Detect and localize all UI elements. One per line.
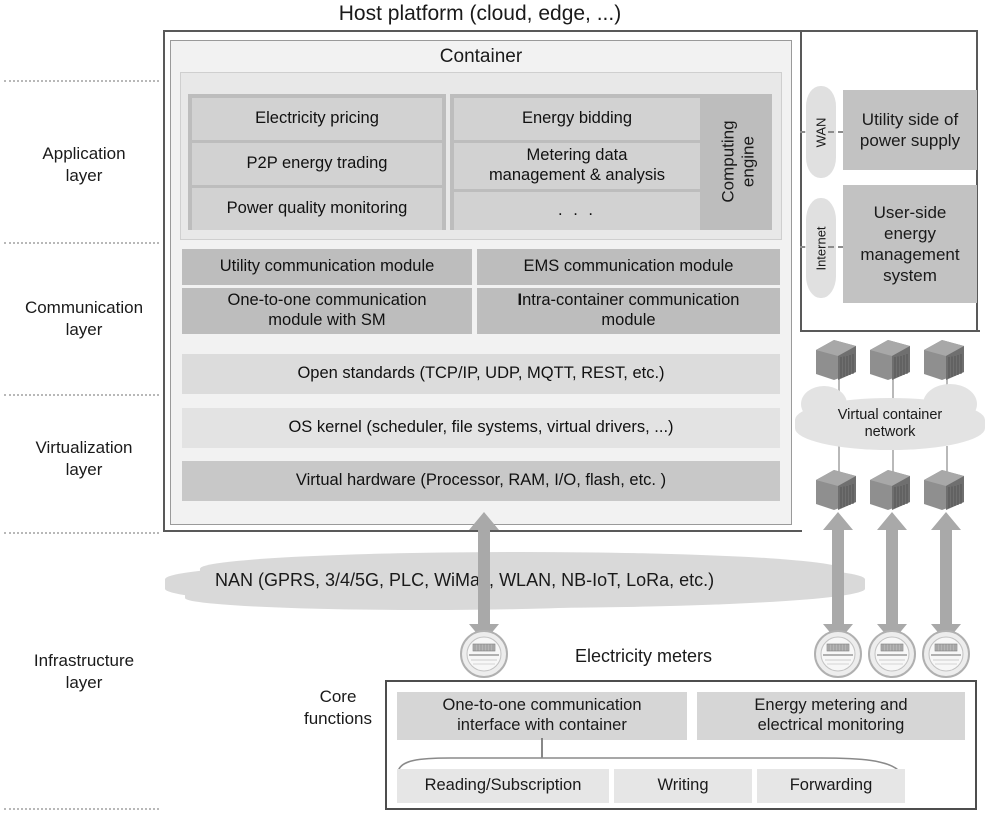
layer-label-infrastructure: Infrastructure layer	[33, 651, 135, 693]
open-standards-box[interactable]: Open standards (TCP/IP, UDP, MQTT, REST,…	[182, 354, 780, 394]
app-item-p2p-energy-trading[interactable]: P2P energy trading	[192, 143, 442, 185]
utility-side-box[interactable]: Utility side of power supply	[843, 90, 977, 170]
core-functions-label: Core functions	[303, 687, 373, 729]
internet-label: Internet	[813, 225, 829, 271]
layer-label-application: Application layer	[42, 144, 126, 186]
separator-virtualization-bottom	[4, 532, 159, 534]
comm-module-ems[interactable]: EMS communication module	[477, 249, 780, 285]
user-side-ems-box[interactable]: User-side energy management system	[843, 185, 977, 303]
internet-cloud: Internet	[806, 198, 836, 298]
virtual-container-icons-bottom	[816, 470, 964, 510]
arrow-container-to-meter	[469, 512, 499, 642]
page-title: Host platform (cloud, edge, ...)	[338, 2, 622, 25]
comm-module-one-to-one-sm[interactable]: One-to-one communication module with SM	[182, 288, 472, 334]
comm-module-intra-container[interactable]: Intra-container communication module	[477, 288, 780, 334]
core-fn-energy-metering[interactable]: Energy metering and electrical monitoring	[697, 692, 965, 740]
virtual-container-network-label: Virtual container network	[837, 406, 943, 440]
layer-label-virtualization: Virtualization layer	[35, 438, 133, 480]
host-platform-notch-edge	[800, 330, 980, 332]
electricity-meter-icon-right-3[interactable]	[921, 629, 971, 679]
app-item-energy-bidding[interactable]: Energy bidding	[454, 98, 700, 140]
core-fn-writing[interactable]: Writing	[614, 769, 752, 803]
separator-infrastructure-bottom	[4, 808, 159, 810]
app-item-electricity-pricing[interactable]: Electricity pricing	[192, 98, 442, 140]
virtual-container-network-cloud: Virtual container network	[795, 384, 985, 450]
core-fn-forwarding[interactable]: Forwarding	[757, 769, 905, 803]
computing-engine-box[interactable]: Computing engine	[704, 94, 772, 230]
app-item-ellipsis[interactable]: . . .	[454, 192, 700, 230]
electricity-meter-icon-right-1[interactable]	[813, 629, 863, 679]
electricity-meter-icon-right-2[interactable]	[867, 629, 917, 679]
wan-label: WAN	[813, 117, 829, 147]
app-item-power-quality-monitoring[interactable]: Power quality monitoring	[192, 188, 442, 230]
nan-label: NAN (GPRS, 3/4/5G, PLC, WiMax, WLAN, NB-…	[215, 570, 715, 590]
os-kernel-box[interactable]: OS kernel (scheduler, file systems, virt…	[182, 408, 780, 448]
comm-module-utility[interactable]: Utility communication module	[182, 249, 472, 285]
container-title: Container	[439, 46, 523, 67]
electricity-meters-label: Electricity meters	[575, 646, 713, 666]
wan-dashed-link-right	[828, 131, 844, 133]
app-item-metering-data[interactable]: Metering data management & analysis	[454, 143, 700, 189]
arrow-vcn-to-meter-3	[931, 512, 961, 642]
arrow-vcn-to-meter-2	[877, 512, 907, 642]
separator-application-bottom	[4, 242, 159, 244]
layer-label-communication: Communication layer	[24, 298, 144, 340]
host-platform-inner-divider	[800, 30, 802, 332]
internet-dashed-link-right	[828, 246, 844, 248]
electricity-meter-icon-center[interactable]	[459, 629, 509, 679]
core-fn-one-to-one-interface[interactable]: One-to-one communication interface with c…	[397, 692, 687, 740]
computing-engine-label: Computing engine	[718, 120, 757, 204]
virtual-hardware-box[interactable]: Virtual hardware (Processor, RAM, I/O, f…	[182, 461, 780, 501]
virtual-container-icons-top	[816, 340, 964, 380]
separator-application-top	[4, 80, 159, 82]
core-fn-reading-subscription[interactable]: Reading/Subscription	[397, 769, 609, 803]
separator-communication-bottom	[4, 394, 159, 396]
arrow-vcn-to-meter-1	[823, 512, 853, 642]
